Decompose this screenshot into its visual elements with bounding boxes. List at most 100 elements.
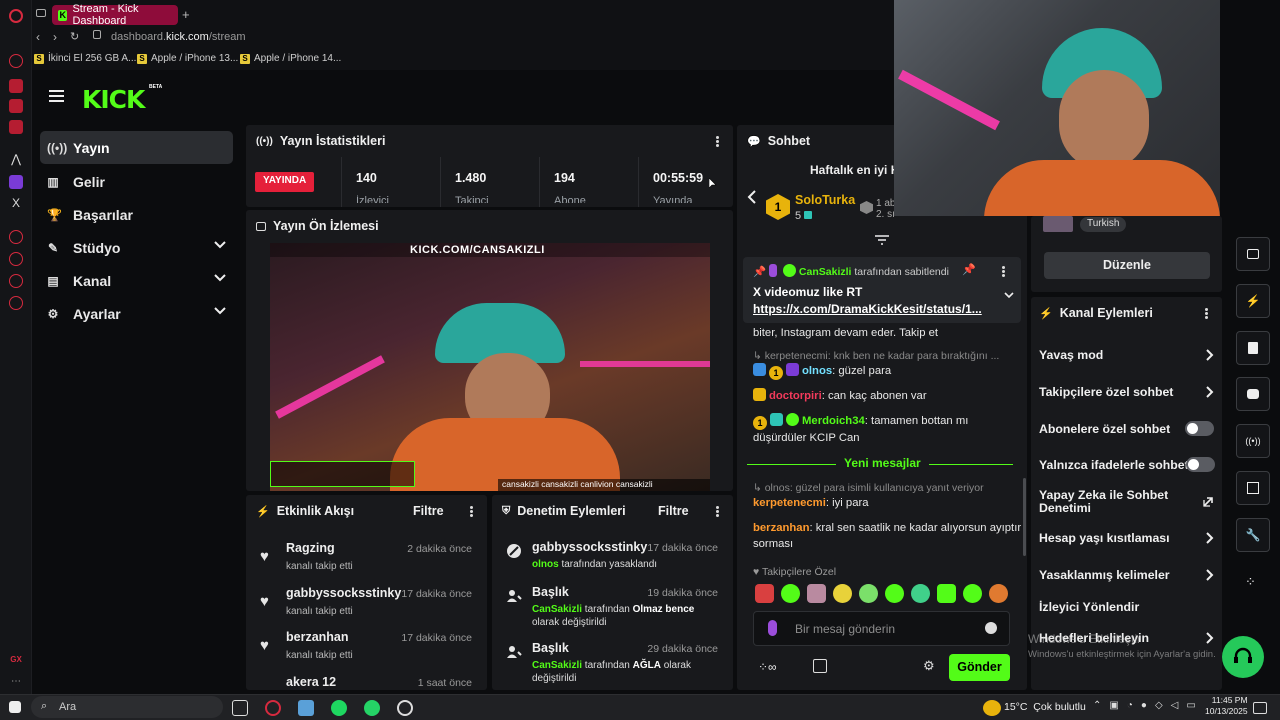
- chat-username[interactable]: olnos: [802, 365, 832, 377]
- bookmark-item[interactable]: S Apple / iPhone 13...: [137, 53, 238, 64]
- tray-icon[interactable]: ▣: [1109, 700, 1118, 711]
- nav-item-gelir[interactable]: ▥ Gelir: [40, 165, 233, 198]
- settings-icon[interactable]: [9, 296, 23, 310]
- activity-user[interactable]: akera 12: [286, 675, 336, 689]
- tab-menu-icon[interactable]: [36, 9, 46, 17]
- weather-text[interactable]: 15°C Çok bulutlu: [1004, 701, 1086, 713]
- edit-button[interactable]: Düzenle: [1044, 252, 1210, 279]
- quick-layout-button[interactable]: [1236, 471, 1270, 505]
- nav-item-ayarlar[interactable]: ⚙ Ayarlar: [40, 297, 233, 330]
- activity-menu-icon[interactable]: [470, 506, 473, 517]
- stream-preview-video[interactable]: KICK.COM/CANSAKIZLI cansakizli cansakizl…: [270, 243, 710, 491]
- notepad-icon[interactable]: [298, 700, 314, 716]
- back-icon[interactable]: ‹: [36, 30, 40, 44]
- emote-icon[interactable]: [963, 584, 982, 603]
- x-icon[interactable]: X: [9, 196, 23, 210]
- kick-logo[interactable]: KICK: [82, 85, 145, 114]
- chevron-left-icon[interactable]: [747, 189, 757, 205]
- external-link-icon[interactable]: [1203, 496, 1214, 507]
- emote-icon[interactable]: [859, 584, 878, 603]
- action-followers-only[interactable]: Takipçilere özel sohbet: [1039, 385, 1214, 401]
- chat-scrollbar[interactable]: [1023, 478, 1026, 556]
- quick-tools-button[interactable]: 🔧: [1236, 518, 1270, 552]
- emote-icon[interactable]: [807, 584, 826, 603]
- unpin-icon[interactable]: 📌: [962, 263, 976, 276]
- download-icon[interactable]: [9, 274, 23, 288]
- battery-icon[interactable]: ▭: [1186, 700, 1195, 711]
- reload-icon[interactable]: ↻: [70, 30, 79, 43]
- twitch-icon[interactable]: [9, 79, 23, 93]
- microphone-icon[interactable]: ●: [1141, 700, 1147, 711]
- action-ai-moderation[interactable]: Yapay Zeka ile Sohbet Denetimi: [1039, 489, 1189, 517]
- top-gifter-name[interactable]: SoloTurka: [795, 193, 855, 207]
- chat-settings-icon[interactable]: ⚙: [923, 658, 935, 674]
- activity-user[interactable]: gabbyssocksstinky: [286, 586, 401, 600]
- action-banned-words[interactable]: Yasaklanmış kelimeler: [1039, 568, 1214, 584]
- support-chat-button[interactable]: [1222, 636, 1264, 678]
- notifications-icon[interactable]: [1253, 702, 1267, 714]
- history-icon[interactable]: [9, 252, 23, 266]
- app-icon[interactable]: ⋀: [9, 152, 23, 166]
- volume-icon[interactable]: ◁: [1171, 700, 1179, 711]
- emote-icon[interactable]: [781, 584, 800, 603]
- chat-username[interactable]: kerpetenecmi: [753, 497, 826, 509]
- subscribers-only-toggle[interactable]: [1185, 421, 1214, 436]
- emote-icon[interactable]: [911, 584, 930, 603]
- whatsapp-icon[interactable]: [364, 700, 380, 716]
- messenger-icon[interactable]: [9, 99, 23, 113]
- speed-dial-icon[interactable]: [9, 54, 23, 68]
- channel-actions-menu-icon[interactable]: [1205, 308, 1208, 319]
- opera-gx-icon[interactable]: [265, 700, 281, 716]
- emote-icon[interactable]: [989, 584, 1008, 603]
- activity-user[interactable]: berzanhan: [286, 630, 349, 644]
- scroll-down-icon[interactable]: [875, 235, 889, 245]
- new-tab-button[interactable]: +: [182, 7, 190, 22]
- obs-icon[interactable]: [397, 700, 413, 716]
- points-icon[interactable]: ⁘∞: [758, 660, 794, 674]
- moderation-filter-button[interactable]: Filtre: [658, 504, 689, 518]
- quick-notes-button[interactable]: [1236, 331, 1270, 365]
- nav-item-basarilar[interactable]: 🏆 Başarılar: [40, 198, 233, 231]
- network-icon[interactable]: ◇: [1155, 700, 1163, 711]
- pinned-link[interactable]: https://x.com/DramaKickKesit/status/1...: [753, 302, 982, 316]
- task-view-icon[interactable]: [232, 700, 248, 716]
- forward-icon[interactable]: ›: [53, 30, 57, 44]
- gmail-icon[interactable]: [9, 120, 23, 134]
- bookmark-item[interactable]: S Apple / iPhone 14...: [240, 53, 341, 64]
- more-icon[interactable]: ⋯: [9, 676, 23, 690]
- send-button[interactable]: Gönder: [949, 654, 1010, 681]
- chevron-up-icon[interactable]: ⌃: [1093, 700, 1101, 711]
- action-account-age[interactable]: Hesap yaşı kısıtlaması: [1039, 531, 1214, 547]
- emote-icon[interactable]: [937, 584, 956, 603]
- menu-icon[interactable]: [49, 90, 64, 102]
- new-messages-label[interactable]: Yeni mesajlar: [836, 456, 929, 470]
- emoji-icon[interactable]: [985, 622, 997, 634]
- pinned-menu-icon[interactable]: [1002, 266, 1005, 277]
- emotes-only-toggle[interactable]: [1186, 457, 1215, 472]
- emote-icon[interactable]: [833, 584, 852, 603]
- nav-item-studyo[interactable]: ✎ Stüdyo: [40, 231, 233, 264]
- spotify-icon[interactable]: [331, 700, 347, 716]
- chat-input[interactable]: Bir mesaj gönderin: [753, 611, 1010, 646]
- quick-broadcast-button[interactable]: ((•)): [1236, 424, 1270, 458]
- bookmark-item[interactable]: S İkinci El 256 GB A...: [34, 53, 136, 64]
- moderation-menu-icon[interactable]: [716, 506, 719, 517]
- microphone-icon[interactable]: [768, 620, 777, 636]
- activity-filter-button[interactable]: Filtre: [413, 504, 444, 518]
- windows-start-icon[interactable]: [9, 701, 21, 713]
- emote-icon[interactable]: [885, 584, 904, 603]
- quick-bolt-button[interactable]: ⚡: [1236, 284, 1270, 318]
- chevron-down-icon[interactable]: [1004, 292, 1014, 299]
- nav-item-yayin[interactable]: ((•)) Yayın: [40, 131, 233, 164]
- activity-user[interactable]: Ragzing: [286, 541, 335, 555]
- quick-chat-button[interactable]: [1236, 377, 1270, 411]
- tray-icon[interactable]: ◔: [1127, 700, 1133, 711]
- more-actions-icon[interactable]: ⁘: [1245, 574, 1256, 590]
- store-icon[interactable]: [813, 659, 827, 673]
- chat-username[interactable]: berzanhan: [753, 522, 810, 534]
- emote-icon[interactable]: [755, 584, 774, 603]
- chat-username[interactable]: doctorpiri: [769, 390, 822, 402]
- taskbar-search[interactable]: Ara: [31, 696, 223, 718]
- quick-capture-button[interactable]: [1236, 237, 1270, 271]
- action-slow-mode[interactable]: Yavaş mod: [1039, 348, 1214, 364]
